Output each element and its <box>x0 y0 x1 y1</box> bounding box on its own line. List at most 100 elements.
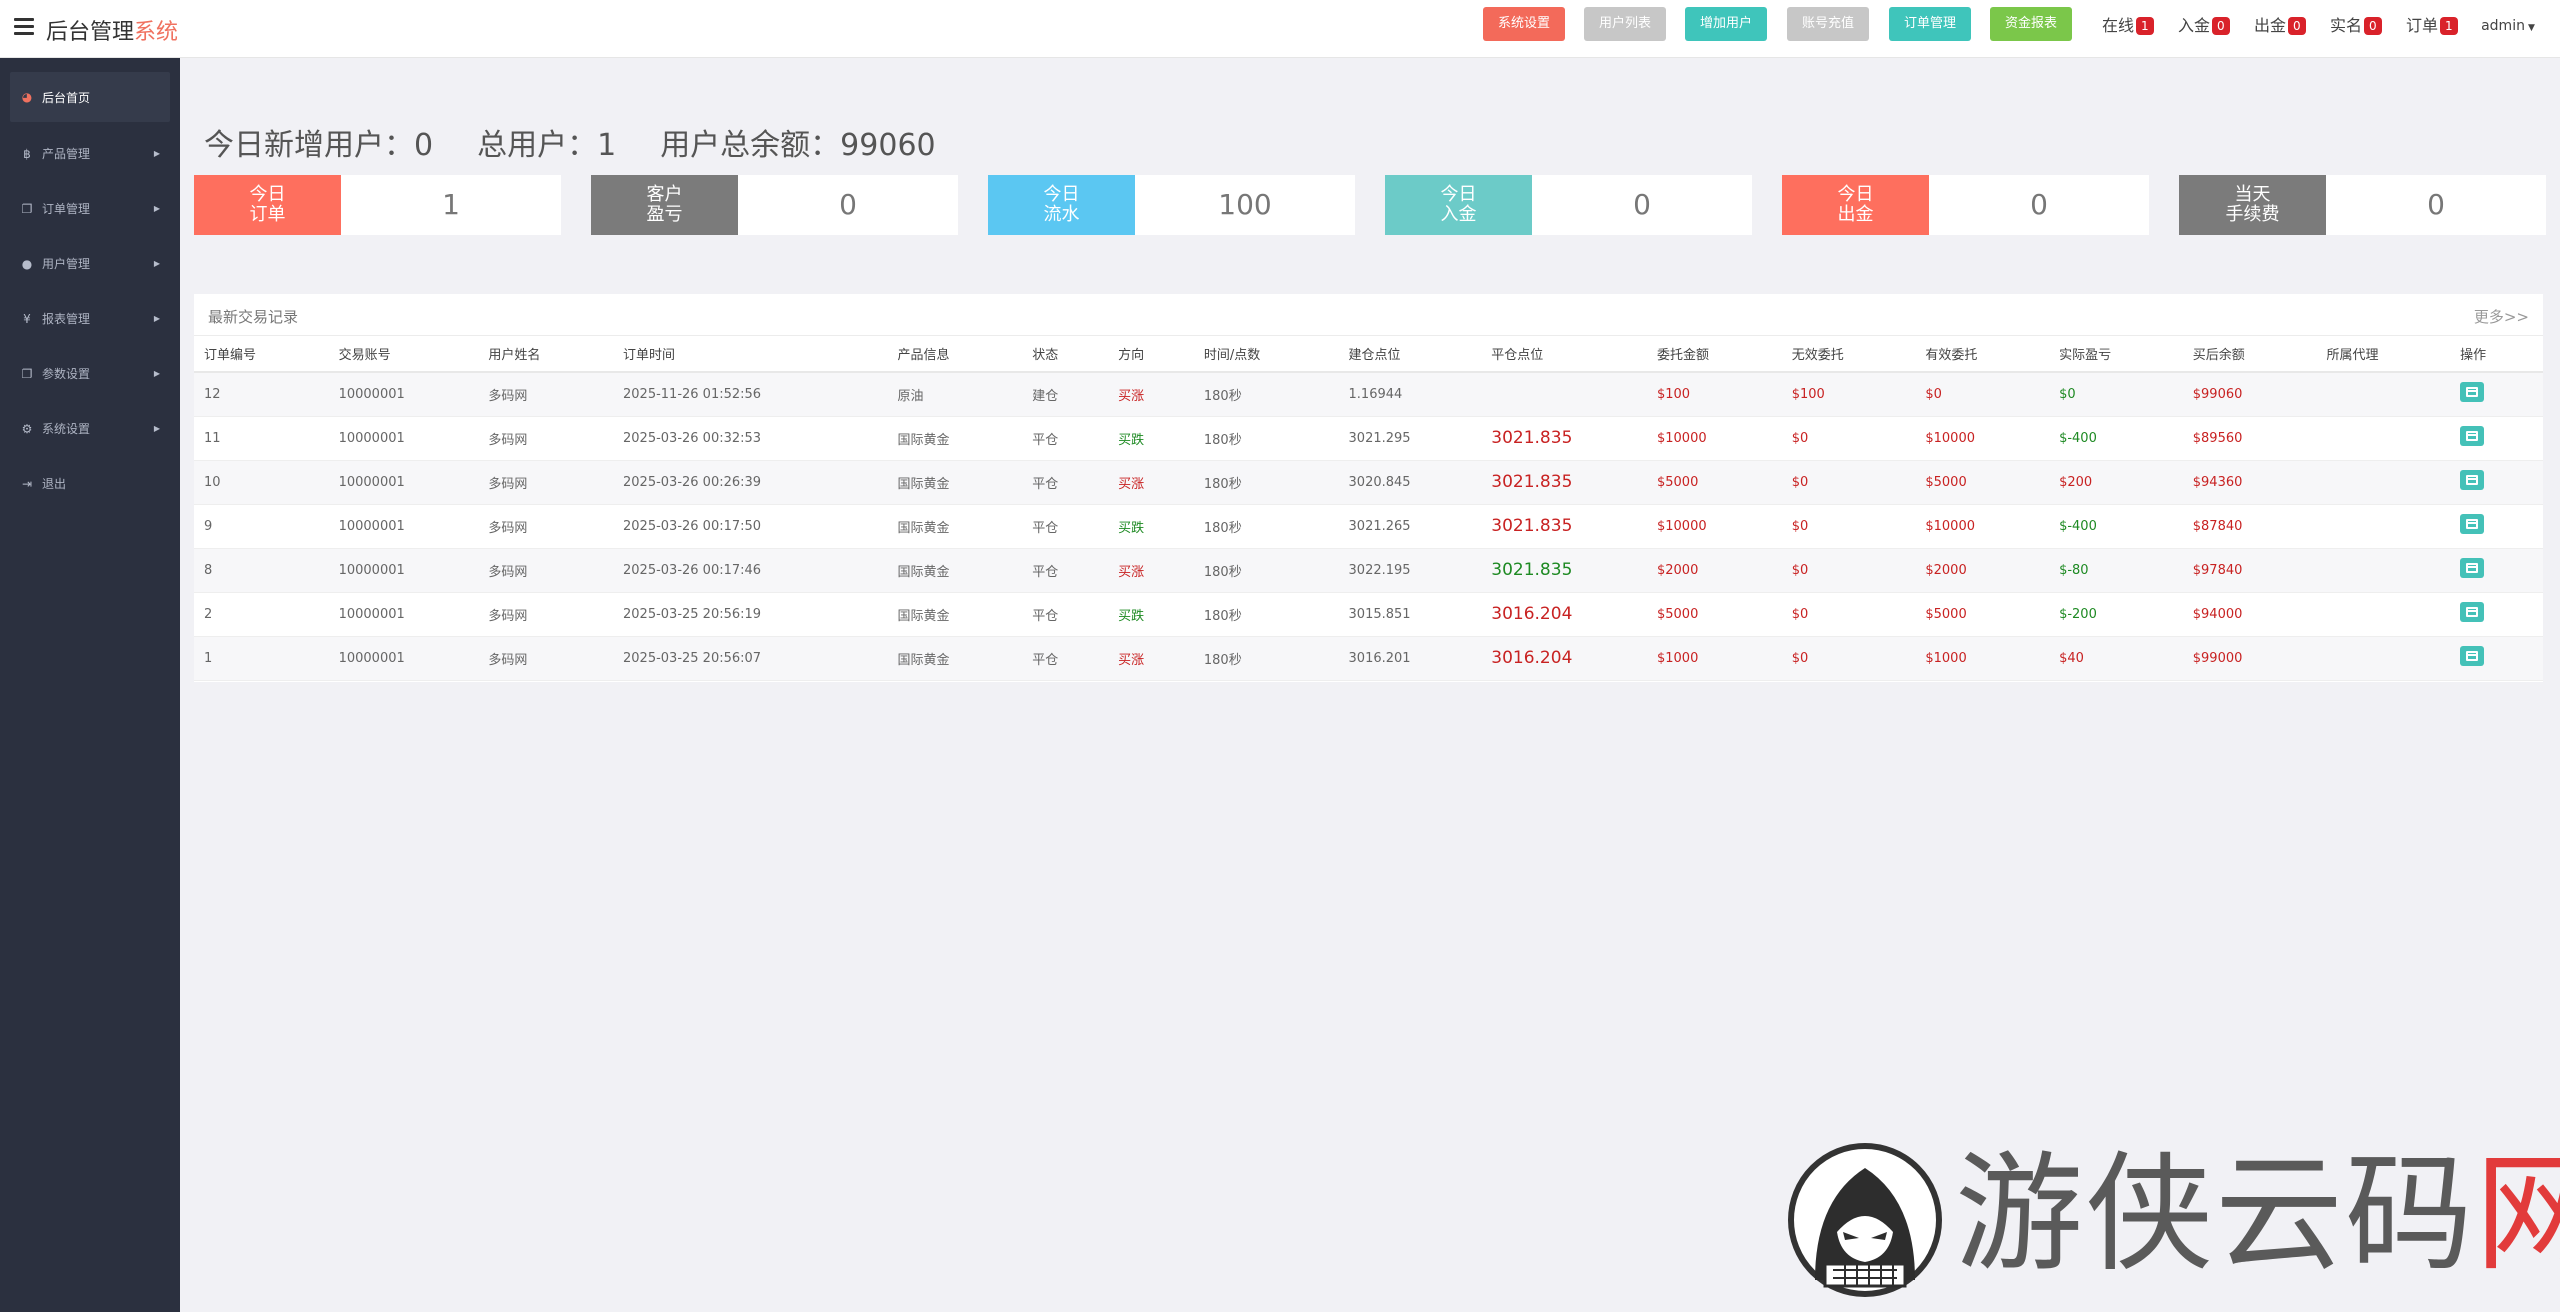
cell-time: 2025-03-26 00:17:46 <box>613 548 888 593</box>
column-header: 买后余额 <box>2182 336 2317 373</box>
cell-open: 3021.265 <box>1338 504 1482 549</box>
card-value: 0 <box>2030 188 2048 221</box>
fund-report-button[interactable]: 资金报表 <box>1990 7 2072 41</box>
order-management-button[interactable]: 订单管理 <box>1889 7 1971 41</box>
user-menu[interactable]: admin ▼ <box>2472 10 2544 42</box>
view-detail-icon[interactable] <box>2460 602 2485 622</box>
realname-stat[interactable]: 实名 0 <box>2330 12 2382 36</box>
table-row: 12 10000001 多码网 2025-11-26 01:52:56 原油 建仓 买涨 18… <box>194 372 2543 417</box>
card-value: 100 <box>1218 188 1272 221</box>
cell-open: 3021.295 <box>1338 416 1482 461</box>
cell-dir: 买涨 <box>1108 372 1194 417</box>
cell-valid: $1000 <box>1915 636 2050 681</box>
cell-agent <box>2316 460 2451 505</box>
column-header: 交易账号 <box>328 336 479 373</box>
cell-name: 多码网 <box>478 416 613 461</box>
cell-invalid: $100 <box>1781 372 1916 417</box>
card-label: 今日 入金 <box>1385 175 1532 235</box>
online-stat[interactable]: 在线 1 <box>2102 12 2154 36</box>
card-label-line1: 今日 <box>249 184 286 205</box>
add-user-button[interactable]: 增加用户 <box>1685 7 1767 41</box>
cell-product: 原油 <box>887 372 1023 417</box>
cell-action <box>2450 416 2543 461</box>
sidebar-item-logout[interactable]: ⇥ 退出 <box>10 456 170 511</box>
cell-id: 1 <box>194 636 329 681</box>
sidebar-item-parameters[interactable]: ❐ 参数设置 ▶ <box>10 346 170 401</box>
order-stat[interactable]: 订单 1 <box>2406 12 2458 36</box>
total-users: 总用户：1 <box>477 128 617 163</box>
card-label-line2: 出金 <box>1837 204 1874 225</box>
cell-agent <box>2316 592 2451 637</box>
cell-invalid: $0 <box>1781 416 1916 461</box>
cell-duration: 180秒 <box>1193 460 1339 505</box>
cell-action <box>2450 372 2543 417</box>
yen-icon: ¥ <box>23 311 31 326</box>
more-link[interactable]: 更多>> <box>2474 306 2529 327</box>
cell-time: 2025-03-26 00:32:53 <box>613 416 888 461</box>
cell-close: 3021.835 <box>1481 548 1647 593</box>
cell-duration: 180秒 <box>1193 372 1339 417</box>
column-header: 时间/点数 <box>1193 336 1339 373</box>
cell-close: 3016.204 <box>1481 592 1647 637</box>
transactions-table: 订单编号 交易账号 用户姓名 订单时间 产品信息 状态 方向 时间/点数 建仓点位 平仓点位 委托金… <box>194 336 2543 681</box>
table-row: 1 10000001 多码网 2025-03-25 20:56:07 国际黄金 平仓 买涨 1… <box>194 636 2543 681</box>
cell-close: 3021.835 <box>1481 460 1647 505</box>
sidebar-item-reports[interactable]: ¥ 报表管理 ▶ <box>10 291 170 346</box>
cell-open: 3020.845 <box>1338 460 1482 505</box>
cell-balance: $97840 <box>2182 548 2317 593</box>
watermark-logo: 游侠云码网 <box>1785 1140 2560 1300</box>
view-detail-icon[interactable] <box>2460 470 2485 490</box>
cell-duration: 180秒 <box>1193 416 1339 461</box>
cell-action <box>2450 504 2543 549</box>
sidebar-item-products[interactable]: ฿ 产品管理 ▶ <box>10 126 170 181</box>
chevron-right-icon: ▶ <box>153 424 160 433</box>
transactions-panel: 最新交易记录 更多>> 订单编号 交易账号 用户姓名 订单时间 产品信息 状态 方向 时间/点… <box>194 294 2543 682</box>
deposit-stat[interactable]: 入金 0 <box>2178 12 2230 36</box>
cell-time: 2025-03-26 00:26:39 <box>613 460 888 505</box>
sidebar-item-dashboard[interactable]: ◕ 后台首页 <box>10 72 170 122</box>
cell-amount: $1000 <box>1646 636 1782 681</box>
cell-dir: 买跌 <box>1108 504 1194 549</box>
cell-balance: $94360 <box>2182 460 2317 505</box>
cell-invalid: $0 <box>1781 548 1916 593</box>
card-value: 0 <box>839 188 857 221</box>
sidebar-item-system[interactable]: ⚙ 系统设置 ▶ <box>10 401 170 456</box>
main-content: 今日新增用户：0 总用户：1 用户总余额：99060 今日 订单 1 客户 盈亏 0 今… <box>180 58 2560 1312</box>
cell-account: 10000001 <box>328 372 479 417</box>
cell-open: 3022.195 <box>1338 548 1482 593</box>
cell-account: 10000001 <box>328 416 479 461</box>
user-list-button[interactable]: 用户列表 <box>1584 7 1666 41</box>
cell-action <box>2450 460 2543 505</box>
column-header: 平仓点位 <box>1481 336 1647 373</box>
system-settings-button[interactable]: 系统设置 <box>1483 7 1565 41</box>
sidebar-item-orders[interactable]: ❐ 订单管理 ▶ <box>10 181 170 236</box>
stat-label: 在线 <box>2102 16 2135 35</box>
card-daily-fee: 当天 手续费 0 <box>2179 175 2546 235</box>
dashboard-icon: ◕ <box>21 90 33 104</box>
total-balance: 用户总余额：99060 <box>660 128 936 163</box>
view-detail-icon[interactable] <box>2460 426 2485 446</box>
stat-label: 出金 <box>2254 16 2287 35</box>
card-label-line2: 流水 <box>1043 204 1080 225</box>
cell-valid: $10000 <box>1915 504 2050 549</box>
card-label: 客户 盈亏 <box>591 175 738 235</box>
cell-account: 10000001 <box>328 636 479 681</box>
withdraw-stat[interactable]: 出金 0 <box>2254 12 2306 36</box>
cell-valid: $0 <box>1915 372 2050 417</box>
card-today-deposit: 今日 入金 0 <box>1385 175 1752 235</box>
view-detail-icon[interactable] <box>2460 514 2485 534</box>
menu-toggle-icon[interactable] <box>14 18 34 40</box>
view-detail-icon[interactable] <box>2460 646 2485 666</box>
account-recharge-button[interactable]: 账号充值 <box>1787 7 1869 41</box>
user-icon: ● <box>21 256 33 271</box>
cell-pnl: $0 <box>2049 372 2183 417</box>
cell-open: 3016.201 <box>1338 636 1482 681</box>
view-detail-icon[interactable] <box>2460 558 2485 578</box>
sidebar-item-users[interactable]: ● 用户管理 ▶ <box>10 236 170 291</box>
cell-product: 国际黄金 <box>887 592 1023 637</box>
card-value: 0 <box>1633 188 1651 221</box>
cell-id: 11 <box>194 416 329 461</box>
cell-dir: 买跌 <box>1108 592 1194 637</box>
view-detail-icon[interactable] <box>2460 382 2485 403</box>
cell-balance: $99060 <box>2182 372 2317 417</box>
